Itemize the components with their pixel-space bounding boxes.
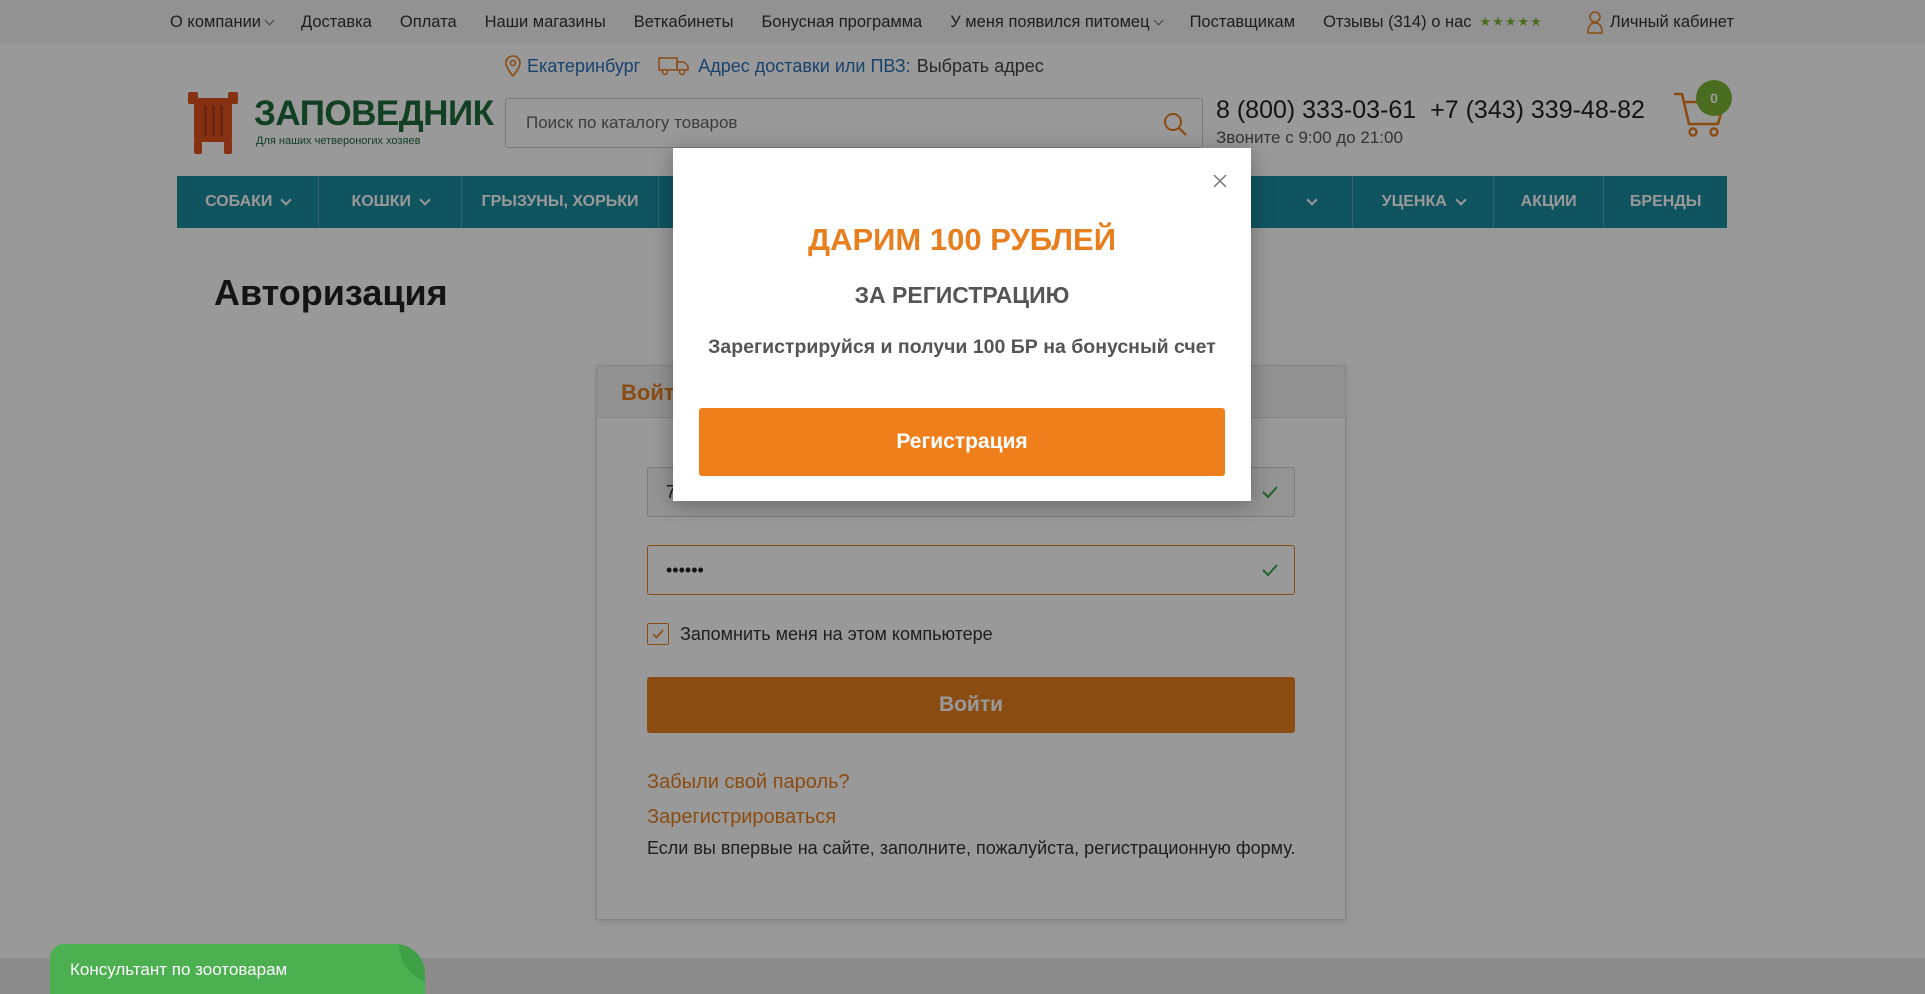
modal-text: Зарегистрируйся и получи 100 БР на бонус… [708,336,1216,358]
register-button[interactable]: Регистрация [699,408,1225,476]
leaf-decoration [399,944,425,984]
promo-modal: ДАРИМ 100 РУБЛЕЙ ЗА РЕГИСТРАЦИЮ Зарегист… [673,148,1251,501]
close-icon[interactable] [1211,172,1229,190]
consultant-label: Консультант по зоотоварам [70,960,288,979]
modal-title: ДАРИМ 100 РУБЛЕЙ [808,222,1116,257]
modal-subtitle: ЗА РЕГИСТРАЦИЮ [854,282,1070,308]
consultant-widget[interactable]: Консультант по зоотоварам [50,944,425,994]
